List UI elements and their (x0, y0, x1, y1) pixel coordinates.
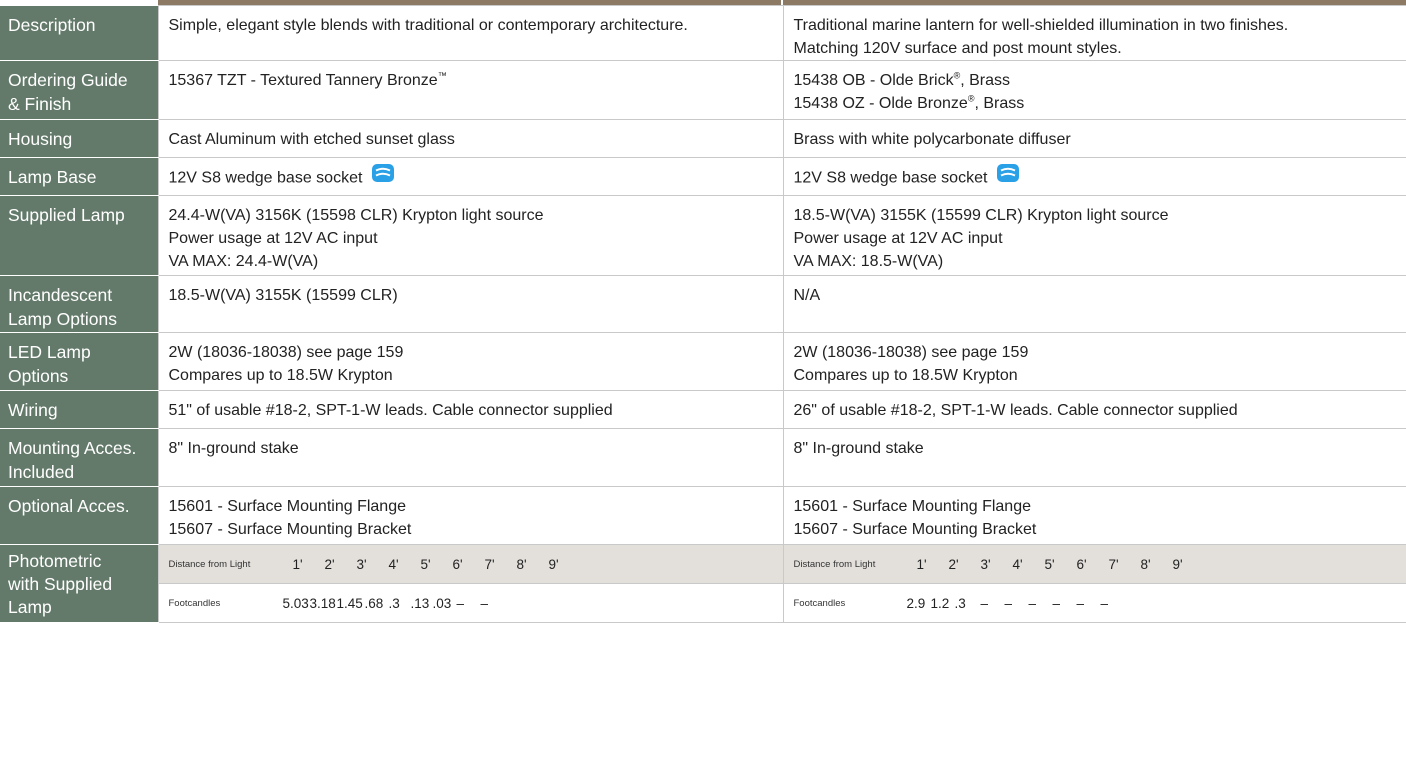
left-incandescent: 18.5-W(VA) 3155K (15599 CLR) (157, 275, 784, 333)
left-wiring: 51" of usable #18-2, SPT-1-W leads. Cabl… (157, 390, 784, 429)
footcandles-label: Footcandles (793, 597, 846, 609)
distance-row: Distance from Light 1' 2' 3' 4' 5' 6' 7' 8' 9' (158, 545, 783, 584)
row-label-ordering: Ordering Guide & Finish (0, 60, 158, 120)
right-ordering: 15438 OB - Olde Brick®, Brass 15438 OZ -… (782, 60, 1406, 120)
distance-value: 6' (452, 556, 463, 572)
right-housing: Brass with white polycarbonate diffuser (782, 119, 1406, 158)
right-mounting: 8" In-ground stake (782, 428, 1406, 487)
distance-row: Distance from Light 1' 2' 3' 4' 5' 6' 7' 8' 9' (783, 545, 1406, 584)
footcandles-label: Footcandles (168, 597, 221, 609)
right-photometric: Distance from Light 1' 2' 3' 4' 5' 6' 7' 8' 9' F… (782, 544, 1406, 623)
distance-value: 9' (548, 556, 559, 572)
footcandle-value: 2.9 (906, 595, 926, 611)
distance-value: 7' (484, 556, 495, 572)
footcandle-value: – (1052, 595, 1061, 611)
left-mounting: 8" In-ground stake (157, 428, 784, 487)
right-supplied-lamp: 18.5-W(VA) 3155K (15599 CLR) Krypton lig… (782, 195, 1406, 276)
distance-value: 8' (516, 556, 527, 572)
distance-value: 9' (1172, 556, 1183, 572)
footcandle-value: .68 (364, 595, 384, 611)
distance-value: 5' (420, 556, 431, 572)
footcandle-value: – (456, 595, 465, 611)
row-lamp-base: Lamp Base 12V S8 wedge base socket 12V S… (0, 157, 1406, 196)
row-led: LED Lamp Options 2W (18036-18038) see pag… (0, 332, 1406, 391)
distance-value: 1' (916, 556, 927, 572)
footcandle-value: – (1076, 595, 1085, 611)
row-description: Description Simple, elegant style blends… (0, 5, 1406, 61)
right-description: Traditional marine lantern for well-shie… (782, 5, 1406, 61)
row-label-photometric: Photometric with Supplied Lamp (0, 544, 158, 623)
distance-label: Distance from Light (793, 558, 876, 570)
distance-value: 2' (948, 556, 959, 572)
distance-value: 5' (1044, 556, 1055, 572)
row-label-mounting: Mounting Acces. Included (0, 428, 158, 487)
row-label-optional: Optional Acces. (0, 486, 158, 545)
distance-value: 4' (388, 556, 399, 572)
row-incandescent: Incandescent Lamp Options 18.5-W(VA) 3155… (0, 275, 1406, 333)
footcandle-value: – (1100, 595, 1109, 611)
distance-value: 3' (980, 556, 991, 572)
row-label-housing: Housing (0, 119, 158, 158)
spec-table: Description Simple, elegant style blends… (0, 5, 1406, 623)
right-incandescent: N/A (782, 275, 1406, 333)
row-housing: Housing Cast Aluminum with etched sunset… (0, 119, 1406, 158)
footcandle-value: 5.03 (282, 595, 309, 611)
footcandles-row: Footcandles 2.9 1.2.3– – – – – – (784, 584, 1406, 622)
left-led: 2W (18036-18038) see page 159 Compares up… (157, 332, 784, 391)
distance-value: 2' (324, 556, 335, 572)
distance-value: 6' (1076, 556, 1087, 572)
footcandle-value: 1.45 (336, 595, 363, 611)
row-label-wiring: Wiring (0, 390, 158, 429)
row-photometric: Photometric with Supplied Lamp Distance fr… (0, 544, 1406, 623)
row-label-led: LED Lamp Options (0, 332, 158, 391)
footcandle-value: – (1004, 595, 1013, 611)
right-led: 2W (18036-18038) see page 159 Compares up… (782, 332, 1406, 391)
left-ordering: 15367 TZT - Textured Tannery Bronze™ (157, 60, 784, 120)
row-ordering: Ordering Guide & Finish 15367 TZT - Textu… (0, 60, 1406, 120)
wedge-socket-icon (997, 164, 1020, 189)
distance-value: 3' (356, 556, 367, 572)
distance-label: Distance from Light (168, 558, 251, 570)
footcandle-value: .3 (388, 595, 400, 611)
footcandle-value: 3.18 (309, 595, 336, 611)
footcandle-value: 1.2 (930, 595, 950, 611)
right-wiring: 26" of usable #18-2, SPT-1-W leads. Cabl… (782, 390, 1406, 429)
row-label-incandescent: Incandescent Lamp Options (0, 275, 158, 333)
left-description: Simple, elegant style blends with tradit… (157, 5, 784, 61)
row-mounting: Mounting Acces. Included 8" In-ground sta… (0, 428, 1406, 487)
distance-value: 8' (1140, 556, 1151, 572)
left-supplied-lamp: 24.4-W(VA) 3156K (15598 CLR) Krypton lig… (157, 195, 784, 276)
row-label-supplied-lamp: Supplied Lamp (0, 195, 158, 276)
distance-value: 7' (1108, 556, 1119, 572)
footcandle-value: .3 (954, 595, 966, 611)
row-supplied-lamp: Supplied Lamp 24.4-W(VA) 3156K (15598 CL… (0, 195, 1406, 276)
footcandle-value: – (1028, 595, 1037, 611)
right-optional: 15601 - Surface Mounting Flange 15607 - S… (782, 486, 1406, 545)
footcandle-value: – (980, 595, 989, 611)
footcandle-value: .03 (432, 595, 452, 611)
distance-value: 1' (292, 556, 303, 572)
left-lamp-base: 12V S8 wedge base socket (157, 157, 784, 196)
left-optional: 15601 - Surface Mounting Flange 15607 - S… (157, 486, 784, 545)
row-label-description: Description (0, 5, 158, 61)
row-wiring: Wiring 51" of usable #18-2, SPT-1-W lead… (0, 390, 1406, 429)
row-label-lamp-base: Lamp Base (0, 157, 158, 196)
right-lamp-base: 12V S8 wedge base socket (782, 157, 1406, 196)
left-photometric: Distance from Light 1' 2' 3' 4' 5' 6' 7' 8' 9' F… (157, 544, 784, 623)
distance-value: 4' (1012, 556, 1023, 572)
row-optional: Optional Acces. 15601 - Surface Mounting… (0, 486, 1406, 545)
left-housing: Cast Aluminum with etched sunset glass (157, 119, 784, 158)
wedge-socket-icon (372, 164, 395, 189)
footcandle-value: – (480, 595, 489, 611)
footcandles-row: Footcandles 5.03 3.18 1.45.68.3.13.03– – (159, 584, 783, 622)
footcandle-value: .13 (410, 595, 430, 611)
